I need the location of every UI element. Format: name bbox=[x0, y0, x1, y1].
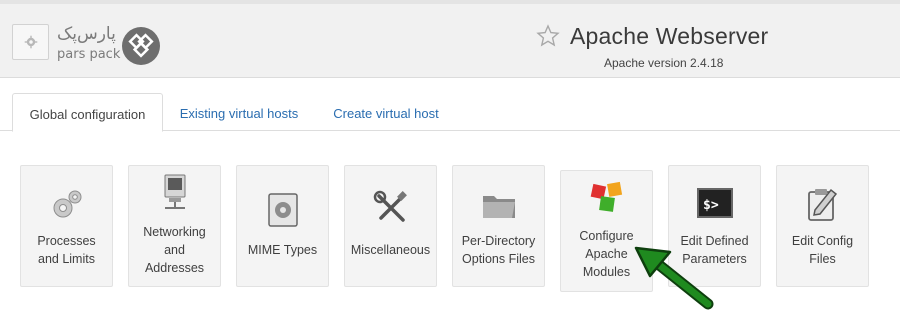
module-label-line: Processes bbox=[37, 234, 96, 248]
module-label-line: Addresses bbox=[144, 261, 205, 275]
svg-text:$>: $> bbox=[703, 198, 719, 213]
tab-create-virtual-host[interactable]: Create virtual host bbox=[322, 93, 450, 132]
module-label-line: MIME Types bbox=[247, 243, 318, 257]
module-miscellaneous[interactable]: Miscellaneous bbox=[344, 165, 437, 287]
logo-text-en: pars pack bbox=[57, 47, 121, 62]
module-config-button[interactable] bbox=[12, 24, 49, 60]
module-label-line: and bbox=[164, 243, 185, 257]
star-icon[interactable] bbox=[536, 24, 560, 48]
module-edit-config-files[interactable]: Edit Config Files bbox=[776, 165, 869, 287]
module-label-line: and Limits bbox=[38, 252, 95, 266]
page-title: Apache Webserver bbox=[570, 23, 769, 49]
module-label: MIME Types bbox=[239, 241, 326, 259]
tab-global-configuration[interactable]: Global configuration bbox=[12, 93, 163, 132]
module-label-line: Edit Config bbox=[791, 234, 854, 248]
module-label: Processes and Limits bbox=[23, 232, 110, 268]
header: پارس‌پک pars pack Apache Webserver Apach… bbox=[0, 0, 900, 78]
module-processes-and-limits[interactable]: Processes and Limits bbox=[20, 165, 113, 287]
parspack-logo: پارس‌پک pars pack bbox=[55, 24, 165, 66]
module-per-directory-options-files[interactable]: Per-Directory Options Files bbox=[452, 165, 545, 287]
module-mime-types[interactable]: MIME Types bbox=[236, 165, 329, 287]
modules-cubes-icon bbox=[590, 181, 622, 212]
annotation-arrow-icon bbox=[634, 246, 714, 310]
folder-icon bbox=[482, 196, 515, 218]
logo-text-fa: پارس‌پک bbox=[57, 24, 116, 44]
page-subtitle: Apache version 2.4.18 bbox=[604, 56, 724, 70]
module-label: Networking and Addresses bbox=[131, 223, 218, 277]
module-label-line: Files bbox=[809, 252, 836, 266]
module-label-line: Per-Directory bbox=[461, 234, 536, 248]
tab-bar: Global configuration Existing virtual ho… bbox=[0, 78, 900, 132]
terminal-icon: $> bbox=[696, 188, 733, 218]
gears-icon bbox=[53, 190, 81, 218]
gear-icon bbox=[24, 35, 37, 49]
tools-icon bbox=[373, 190, 407, 222]
module-label-line: Options Files bbox=[462, 252, 535, 266]
tab-existing-virtual-hosts[interactable]: Existing virtual hosts bbox=[166, 93, 312, 132]
edit-clipboard-icon bbox=[807, 188, 837, 221]
module-networking-and-addresses[interactable]: Networking and Addresses bbox=[128, 165, 221, 287]
network-computer-icon bbox=[164, 174, 185, 209]
module-label-line: Networking bbox=[143, 225, 206, 239]
mime-types-icon bbox=[267, 193, 298, 227]
module-label: Miscellaneous bbox=[347, 241, 434, 259]
module-label-line: Miscellaneous bbox=[350, 243, 431, 257]
logo-mark-icon bbox=[122, 27, 160, 65]
module-label: Edit Config Files bbox=[779, 232, 866, 268]
module-label: Per-Directory Options Files bbox=[455, 232, 542, 268]
